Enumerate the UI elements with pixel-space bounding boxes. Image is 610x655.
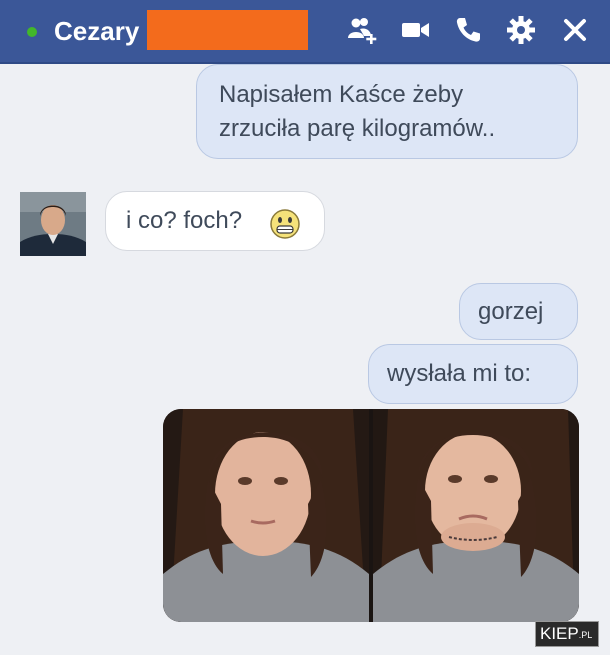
photo-left[interactable] (163, 409, 369, 622)
message-text: gorzej (478, 298, 544, 325)
message-bubble-sent[interactable]: wysłała mi to: (368, 344, 578, 404)
video-call-icon[interactable] (399, 14, 431, 46)
message-text: zrzuciła parę kilogramów.. (219, 115, 496, 142)
message-text: Napisałem Kaśce żeby (219, 81, 464, 108)
photo-right[interactable] (373, 409, 579, 622)
close-icon[interactable] (559, 14, 591, 46)
message-text: wysłała mi to: (387, 360, 532, 387)
online-status-dot (27, 27, 37, 37)
message-bubble-sent[interactable]: Napisałem Kaśce żeby zrzuciła parę kilog… (196, 64, 578, 159)
gear-icon[interactable] (505, 14, 537, 46)
chat-header: Cezary (0, 0, 610, 64)
avatar[interactable] (20, 192, 86, 256)
smiley-emoji-icon (269, 208, 301, 240)
message-text: i co? foch? (126, 207, 243, 234)
add-friend-icon[interactable] (346, 14, 378, 46)
phone-icon[interactable] (452, 14, 484, 46)
message-bubble-sent[interactable]: gorzej (459, 283, 578, 340)
contact-name[interactable]: Cezary (54, 14, 139, 48)
redaction-block (147, 10, 308, 50)
photo-attachment[interactable] (163, 409, 579, 622)
watermark-logo: KIEP.PL (535, 621, 600, 647)
